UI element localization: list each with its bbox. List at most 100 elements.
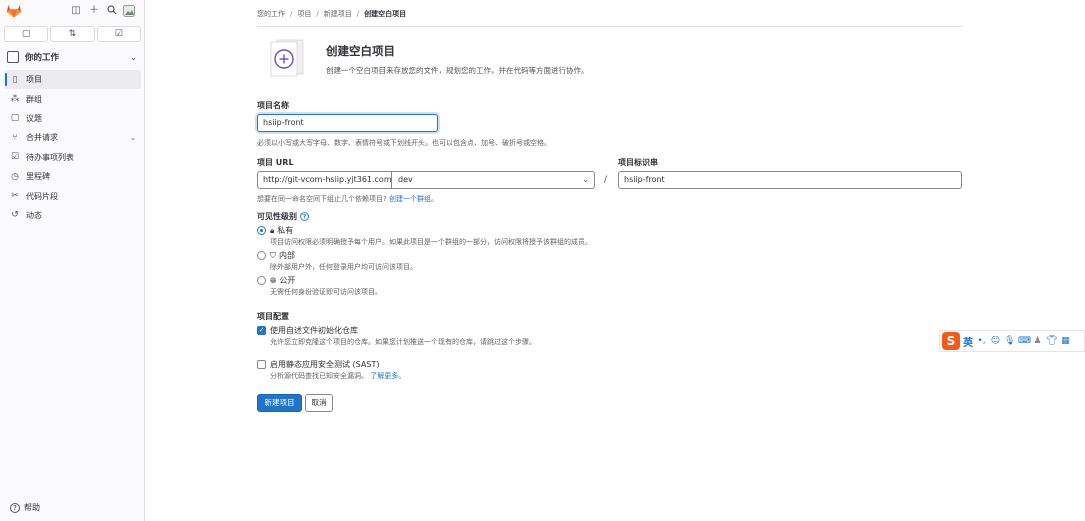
activity-icon: ↺ <box>11 210 19 221</box>
todo-icon: ☑ <box>10 152 20 163</box>
merge-request-icon: ⑂ <box>12 132 18 143</box>
sidebar-item-milestones[interactable]: ◷ 里程碑 <box>4 167 141 186</box>
lock-icon: 🔒︎ <box>270 225 275 235</box>
sidebar-item-label: 里程碑 <box>26 172 50 182</box>
sidebar-toggle-icon[interactable]: ◫ <box>70 5 82 17</box>
sidebar-item-groups[interactable]: ⁂ 群组 <box>4 89 141 108</box>
cancel-button[interactable]: 取消 <box>305 394 333 412</box>
microphone-icon[interactable]: 🎙︎ <box>1004 336 1015 346</box>
emoji-icon[interactable]: ☺ <box>990 336 1001 346</box>
breadcrumb-item-new-project[interactable]: 新建项目 <box>324 10 352 18</box>
group-icon: ⁂ <box>10 94 20 105</box>
toolbox-icon[interactable]: ▦ <box>1060 336 1071 346</box>
visibility-internal-radio[interactable] <box>257 251 266 260</box>
learn-more-link[interactable]: 了解更多。 <box>370 372 405 380</box>
group-hint: 想要在同一命名空间下组止几个依赖项目? 创建一个群组。 <box>257 194 438 204</box>
create-project-button[interactable]: 新建项目 <box>257 394 302 412</box>
sidebar-item-merge-requests[interactable]: ⑂ 合并请求 ⌄ <box>4 128 141 147</box>
sidebar-nav: ▯ 项目 ⁂ 群组 ▢ 议题 ⑂ 合并请求 ⌄ ☑ 待办事项列表 ◷ 里程碑 ✂… <box>4 70 141 225</box>
todo-list-icon[interactable]: ☑ <box>96 26 141 42</box>
visibility-internal-desc: 除外部用户外，任何登录用户均可访问该项目。 <box>270 263 417 271</box>
ime-language-toggle[interactable]: 英 <box>963 334 973 349</box>
divider <box>257 26 962 27</box>
group-hint-text: 想要在同一命名空间下组止几个依赖项目? <box>257 195 387 203</box>
punctuation-icon[interactable]: •, <box>976 336 987 346</box>
url-separator: / <box>604 175 608 185</box>
sidebar: ◫ ＋ ▢ ⇅ ☑ 你的工作 ⌄ ▯ 项目 ⁂ 群组 ▢ 议题 ⑂ 合并请求 ⌄… <box>0 0 145 521</box>
chevron-down-icon: ⌄ <box>582 175 589 184</box>
breadcrumb-item-projects[interactable]: 项目 <box>297 10 311 18</box>
work-icon <box>7 51 19 63</box>
sidebar-item-label: 待办事项列表 <box>26 152 74 162</box>
sast-checkbox[interactable] <box>257 360 266 369</box>
option-title: 公开 <box>279 276 296 285</box>
avatar[interactable] <box>123 5 135 17</box>
sast-title: 启用静态应用安全测试 (SAST) <box>270 360 380 369</box>
milestone-icon: ◷ <box>11 171 19 182</box>
project-name-input[interactable]: hsiip-front <box>257 114 438 132</box>
globe-icon: 🌐︎ <box>270 275 277 285</box>
sogou-logo-icon[interactable]: S <box>942 332 960 350</box>
sidebar-item-label: 群组 <box>26 94 42 104</box>
visibility-private-title: 🔒︎ 私有 <box>270 225 293 236</box>
keyboard-icon[interactable]: ⌨ <box>1018 336 1031 346</box>
option-title: 内部 <box>279 251 295 260</box>
chevron-down-icon: ⌄ <box>130 52 137 62</box>
ime-toolbar[interactable]: S 英 •, ☺ 🎙︎ ⌨ ♟ 👕︎ ▦ <box>939 330 1085 352</box>
init-readme-desc: 允许您立即克隆这个项目的仓库。如果您计划推送一个现有的仓库，请跳过这个步骤。 <box>270 338 536 346</box>
context-switcher[interactable]: 你的工作 ⌄ <box>4 48 141 66</box>
sast-desc-text: 分析源代码查找已知安全漏洞。 <box>270 372 368 380</box>
visibility-public-desc: 无需任何身份验证即可访问该项目。 <box>270 288 382 296</box>
visibility-internal-title: ⛉ 内部 <box>270 250 295 261</box>
project-icon: ▯ <box>12 74 18 85</box>
project-name-help: 必须以小写或大写字母、数字、表情符号或下划线开头。也可以包含点、加号、破折号或空… <box>257 139 551 147</box>
visibility-label-text: 可见性级别 <box>257 212 297 221</box>
namespace-select[interactable]: dev ⌄ <box>392 171 595 189</box>
url-prefix-field: http://git-vcom-hsiip.yjt361.com/ <box>257 171 392 189</box>
visibility-public-title: 🌐︎ 公开 <box>270 275 295 286</box>
sidebar-item-issues[interactable]: ▢ 议题 <box>4 109 141 128</box>
visibility-private-radio[interactable] <box>257 226 266 235</box>
issues-icon: ▢ <box>10 113 20 124</box>
visibility-private-desc: 项目访问权限必须明确授予每个用户。如果此项目是一个群组的一部分，访问权限将授予该… <box>270 238 592 246</box>
assigned-issues-icon[interactable]: ▢ <box>4 26 49 42</box>
sidebar-item-label: 动态 <box>26 210 42 220</box>
page-title: 创建空白项目 <box>326 44 395 58</box>
chevron-down-icon: ⌄ <box>130 133 136 142</box>
option-title: 私有 <box>277 226 294 235</box>
help-icon[interactable]: ? <box>300 212 309 221</box>
sidebar-item-label: 代码片段 <box>26 191 58 201</box>
sidebar-item-snippets[interactable]: ✂ 代码片段 <box>4 186 141 205</box>
visibility-label: 可见性级别 ? <box>257 211 309 222</box>
sidebar-item-projects[interactable]: ▯ 项目 <box>4 70 141 90</box>
visibility-public-radio[interactable] <box>257 276 266 285</box>
gitlab-logo-icon[interactable] <box>6 4 22 18</box>
plus-icon[interactable]: ＋ <box>88 5 100 17</box>
sidebar-top-bar: ◫ ＋ <box>0 0 145 24</box>
breadcrumb: 您的工作 / 项目 / 新建项目 / 创建空白项目 <box>257 10 407 18</box>
project-slug-label: 项目标识串 <box>618 158 658 167</box>
breadcrumb-item-current: 创建空白项目 <box>364 10 407 18</box>
sidebar-item-todo[interactable]: ☑ 待办事项列表 <box>4 148 141 167</box>
help-button[interactable]: ? 帮助 <box>10 502 40 513</box>
namespace-value: dev <box>398 175 413 184</box>
sast-desc: 分析源代码查找已知安全漏洞。 了解更多。 <box>270 371 405 381</box>
project-slug-input[interactable]: hsiip-front <box>618 171 962 189</box>
avatar-icon[interactable]: ♟ <box>1032 336 1043 346</box>
project-config-label: 项目配置 <box>257 312 289 321</box>
init-readme-title: 使用自述文件初始化仓库 <box>270 326 358 335</box>
svg-text:?: ? <box>303 214 307 221</box>
breadcrumb-item-your-work[interactable]: 您的工作 <box>257 10 285 18</box>
snippet-icon: ✂ <box>11 191 19 202</box>
merge-requests-icon[interactable]: ⇅ <box>50 26 95 42</box>
help-icon: ? <box>10 502 20 513</box>
create-group-link[interactable]: 创建一个群组。 <box>389 195 438 203</box>
sidebar-item-label: 项目 <box>26 75 42 85</box>
sidebar-item-label: 议题 <box>26 113 42 123</box>
project-url-label: 项目 URL <box>257 158 294 167</box>
sidebar-item-activity[interactable]: ↺ 动态 <box>4 206 141 225</box>
search-icon[interactable] <box>106 5 118 17</box>
skin-icon[interactable]: 👕︎ <box>1046 336 1057 346</box>
page-description: 创建一个空白项目来存放您的文件，规划您的工作，并在代码等方面进行协作。 <box>326 66 589 75</box>
init-readme-checkbox[interactable]: ✓ <box>257 326 266 335</box>
